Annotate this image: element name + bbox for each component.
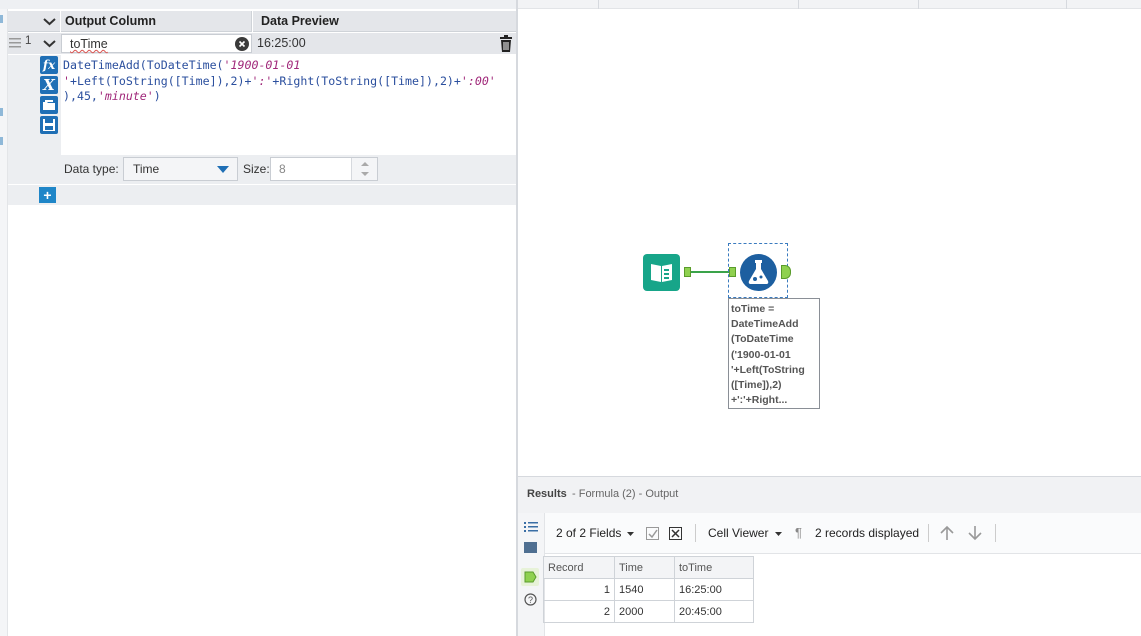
column-header-record[interactable]: Record: [543, 556, 615, 579]
data-type-select[interactable]: Time: [123, 157, 238, 181]
data-type-label: Data type:: [64, 162, 119, 176]
add-row-strip: [8, 185, 516, 205]
delete-icon[interactable]: [499, 35, 513, 52]
input-data-tool[interactable]: [643, 254, 680, 291]
add-formula-button[interactable]: +: [39, 187, 56, 203]
flask-icon: [748, 260, 769, 284]
expr-string: ': [63, 73, 70, 88]
results-toolbar: 2 of 2 Fields Cell Viewer ¶ 2 records di…: [545, 513, 1141, 554]
help-icon[interactable]: ?: [524, 593, 537, 606]
expr-string: '1900-01-01: [223, 58, 301, 72]
stepper-buttons[interactable]: [351, 158, 377, 180]
cell-record[interactable]: 2: [543, 600, 615, 623]
header-data-preview: Data Preview: [253, 11, 494, 32]
expr-string: 'minute': [97, 89, 154, 103]
expr-token: +Left(ToString([Time]),2)+: [69, 73, 252, 88]
uncheck-all-icon[interactable]: [669, 527, 682, 540]
expr-token: ),45,: [63, 89, 98, 103]
cell-record[interactable]: 1: [543, 578, 615, 601]
canvas-top-strip: [518, 0, 1141, 9]
results-header: Results - Formula (2) - Output: [518, 477, 1141, 513]
formula-annotation: toTime = DateTimeAdd (ToDateTime ('1900-…: [728, 298, 820, 409]
list-icon[interactable]: [524, 521, 538, 533]
chevron-down-icon[interactable]: [627, 532, 634, 537]
annotation-text: toTime = DateTimeAdd (ToDateTime ('1900-…: [731, 303, 805, 407]
fx-icon[interactable]: fx: [40, 56, 58, 74]
cell-totime[interactable]: 20:45:00: [674, 600, 754, 623]
output-column-field[interactable]: toTime: [61, 34, 252, 53]
collapse-all-toggle[interactable]: [39, 11, 60, 32]
chevron-down-icon: [43, 18, 56, 26]
header-output-column[interactable]: Output Column: [61, 11, 252, 32]
toolbar-separator: [928, 524, 929, 542]
workflow-canvas[interactable]: [518, 0, 1141, 476]
edge-marker: [0, 108, 3, 116]
formula-tool[interactable]: [740, 254, 777, 291]
data-type-value: Time: [133, 162, 160, 176]
header-end: [494, 11, 516, 32]
results-grid: Record Time toTime 1 1540 16:25:00 2 200…: [543, 556, 754, 623]
variable-icon[interactable]: X: [40, 76, 58, 94]
expr-string: ':': [251, 73, 273, 88]
arrow-down-icon[interactable]: [967, 525, 983, 541]
save-icon[interactable]: [40, 116, 58, 134]
results-subtitle: - Formula (2) - Output: [572, 488, 679, 500]
chevron-down-icon[interactable]: [775, 532, 782, 537]
cell-viewer-button[interactable]: Cell Viewer: [708, 526, 768, 540]
pilcrow-icon[interactable]: ¶: [795, 525, 802, 540]
svg-text:?: ?: [528, 595, 533, 605]
results-side-toolbar: ?: [518, 513, 545, 636]
column-header-totime[interactable]: toTime: [674, 556, 754, 579]
expression-text[interactable]: DateTimeAdd(ToDateTime('1900-01-01 '+Lef…: [63, 58, 513, 105]
output-anchor[interactable]: [684, 267, 691, 277]
size-stepper[interactable]: 8: [270, 157, 378, 181]
table-row[interactable]: 1 1540 16:25:00: [543, 578, 754, 601]
results-title: Results: [527, 488, 567, 500]
chevron-down-icon: [43, 40, 56, 48]
toolbar-separator: [995, 524, 996, 542]
message-icon[interactable]: [524, 542, 538, 554]
row-expand-toggle[interactable]: [39, 33, 60, 54]
size-value: 8: [279, 162, 286, 176]
column-header-time[interactable]: Time: [614, 556, 675, 579]
fields-button[interactable]: 2 of 2 Fields: [556, 526, 621, 540]
expr-token: ): [153, 89, 161, 103]
expr-token: DateTimeAdd(ToDateTime(: [63, 58, 224, 72]
panel-top-strip: [0, 0, 517, 9]
panel-edge-strip: [0, 9, 8, 636]
data-preview-value: 16:25:00: [257, 36, 306, 50]
drag-handle-icon[interactable]: [9, 36, 21, 50]
header-spacer: [8, 11, 39, 32]
check-all-icon[interactable]: [646, 527, 659, 540]
cell-totime[interactable]: 16:25:00: [674, 578, 754, 601]
toolbar-separator: [695, 524, 696, 542]
edge-marker: [0, 15, 3, 23]
formula-output-anchor[interactable]: [781, 265, 791, 279]
connection-line[interactable]: [691, 271, 729, 273]
dropdown-arrow-icon: [217, 166, 229, 173]
cell-time[interactable]: 2000: [614, 600, 675, 623]
expr-token: +Right(ToString([Time]),2)+: [272, 73, 461, 88]
table-row[interactable]: 2 2000 20:45:00: [543, 600, 754, 623]
expr-string: ':00': [460, 73, 496, 88]
cell-time[interactable]: 1540: [614, 578, 675, 601]
arrow-up-icon[interactable]: [939, 525, 955, 541]
output-column-value: toTime: [70, 37, 108, 51]
records-displayed: 2 records displayed: [815, 526, 920, 540]
edge-marker: [0, 137, 3, 145]
book-icon: [651, 264, 672, 282]
open-icon[interactable]: [40, 96, 58, 114]
row-number: 1: [25, 35, 32, 47]
size-label: Size:: [243, 162, 270, 176]
clear-icon[interactable]: [235, 37, 249, 51]
data-tab-selected[interactable]: [521, 568, 539, 586]
tag-icon: [524, 571, 537, 583]
